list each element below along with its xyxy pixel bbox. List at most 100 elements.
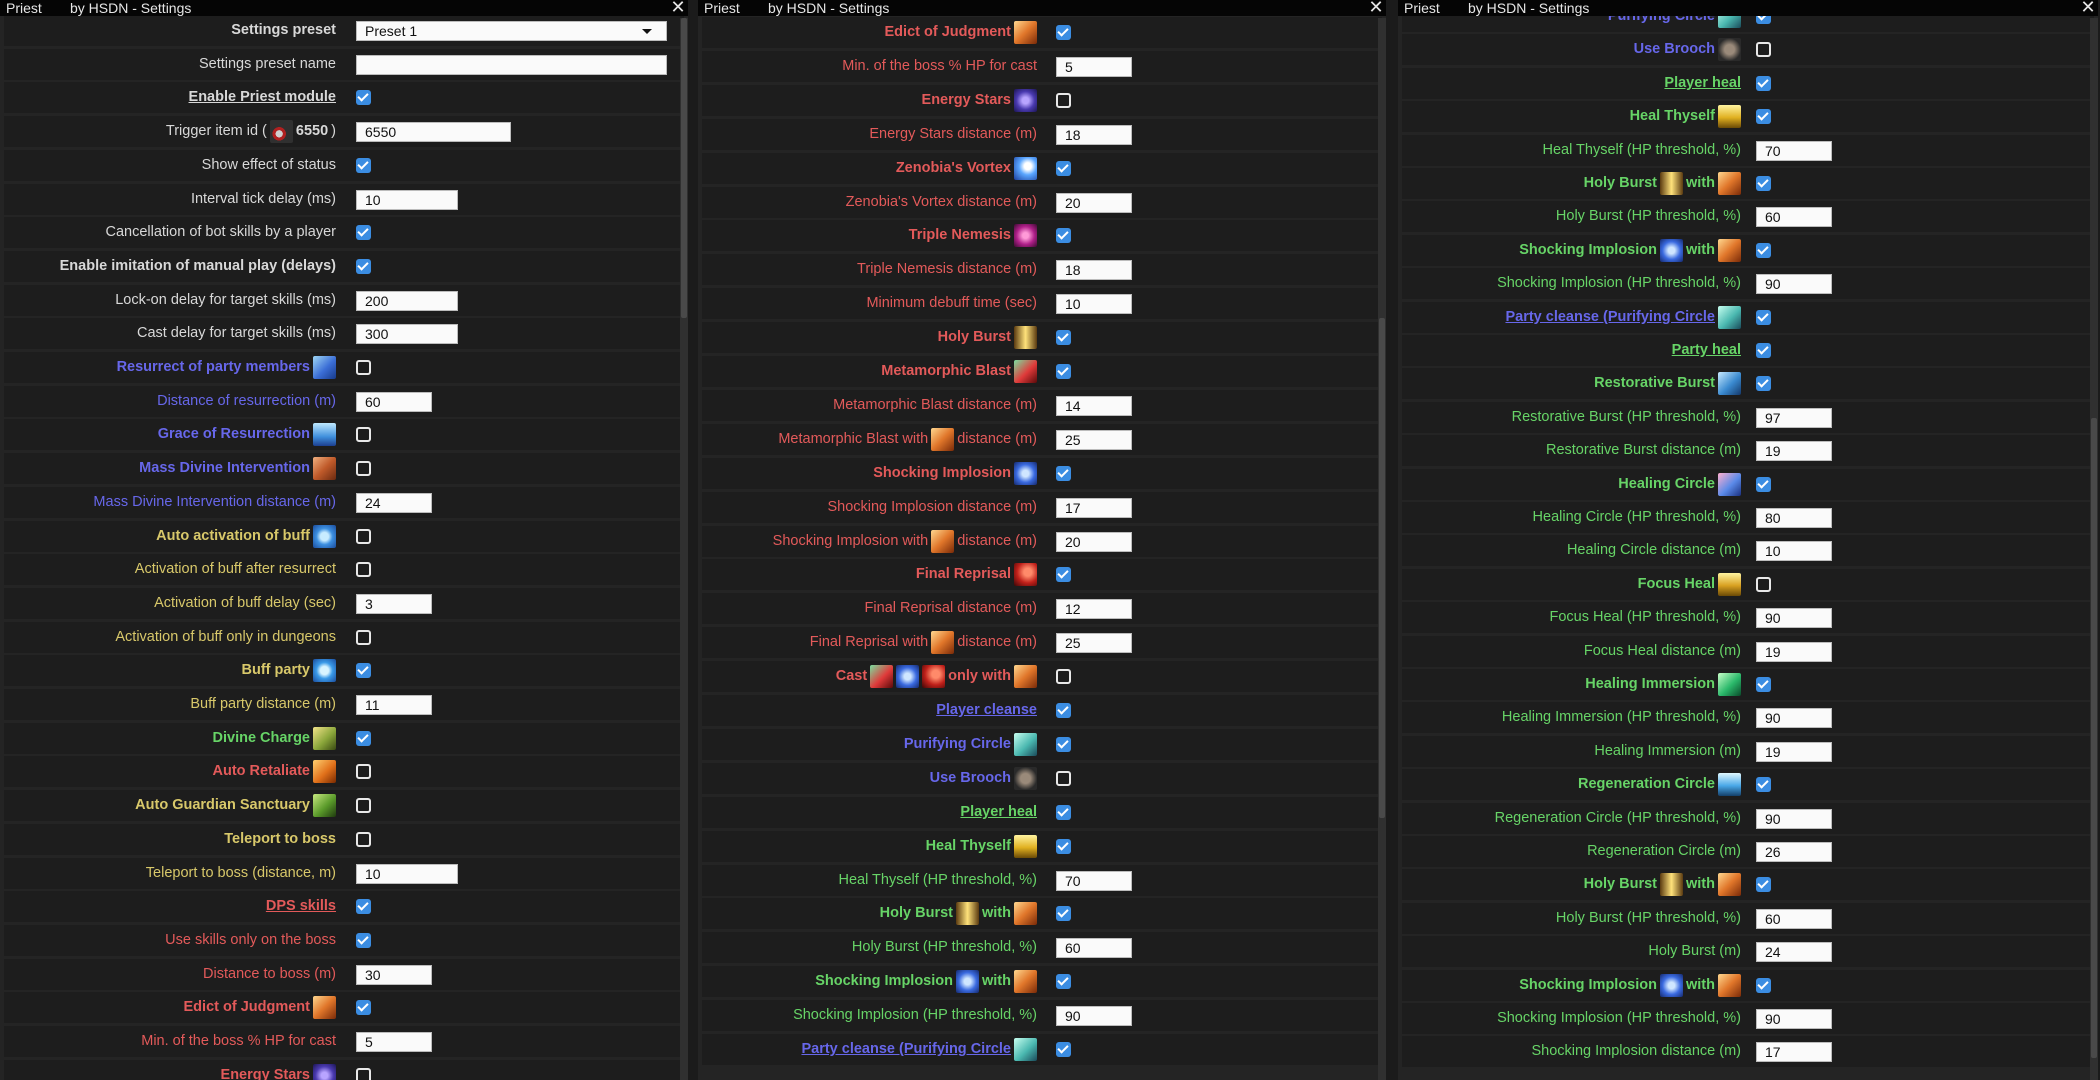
scrollbar-thumb[interactable]: [681, 18, 687, 318]
checkbox-checked[interactable]: [356, 1000, 371, 1016]
setting-input[interactable]: 25: [1056, 633, 1132, 654]
setting-input[interactable]: 90: [1756, 808, 1832, 829]
checkbox-unchecked[interactable]: [1756, 42, 1771, 58]
checkbox-checked[interactable]: [1056, 160, 1071, 176]
checkbox-unchecked[interactable]: [1756, 576, 1771, 592]
setting-input[interactable]: 24: [356, 492, 432, 513]
setting-input[interactable]: 97: [1756, 407, 1832, 428]
preset-select[interactable]: Preset 1: [356, 21, 667, 41]
checkbox-checked[interactable]: [356, 225, 371, 241]
checkbox-checked[interactable]: [1756, 109, 1771, 125]
scrollbar[interactable]: [2090, 18, 2098, 1080]
checkbox-checked[interactable]: [1056, 364, 1071, 379]
checkbox-checked[interactable]: [1756, 75, 1771, 91]
close-icon[interactable]: ✕: [2080, 0, 2096, 16]
setting-label[interactable]: Party cleanse (Purifying Circle: [1505, 302, 1741, 333]
checkbox-checked[interactable]: [356, 899, 371, 915]
checkbox-unchecked[interactable]: [356, 1067, 371, 1080]
checkbox-checked[interactable]: [356, 90, 371, 106]
setting-input[interactable]: 24: [1756, 942, 1832, 963]
checkbox-checked[interactable]: [1056, 330, 1071, 346]
setting-input[interactable]: 80: [1756, 508, 1832, 528]
checkbox-checked[interactable]: [1756, 176, 1771, 191]
setting-input[interactable]: 60: [1756, 207, 1832, 228]
checkbox-unchecked[interactable]: [1056, 669, 1071, 685]
checkbox-unchecked[interactable]: [356, 461, 371, 477]
checkbox-checked[interactable]: [1756, 309, 1771, 325]
setting-input[interactable]: 3: [356, 593, 432, 614]
checkbox-checked[interactable]: [1756, 343, 1771, 358]
scrollbar-thumb[interactable]: [1379, 318, 1385, 818]
checkbox-checked[interactable]: [1756, 476, 1771, 492]
checkbox-checked[interactable]: [1756, 877, 1771, 893]
checkbox-unchecked[interactable]: [356, 629, 371, 645]
checkbox-unchecked[interactable]: [356, 562, 371, 578]
setting-input[interactable]: 26: [1756, 842, 1832, 862]
setting-input[interactable]: 18: [1056, 124, 1132, 145]
setting-input[interactable]: 20: [1056, 192, 1132, 213]
checkbox-checked[interactable]: [1056, 25, 1071, 40]
setting-label[interactable]: Player heal: [1664, 68, 1741, 99]
setting-input[interactable]: 200: [356, 290, 458, 311]
setting-input[interactable]: 14: [1056, 395, 1132, 416]
setting-input[interactable]: 60: [1056, 938, 1132, 959]
checkbox-checked[interactable]: [356, 157, 371, 173]
setting-input[interactable]: 19: [1756, 741, 1832, 762]
setting-input[interactable]: 18: [1056, 260, 1132, 281]
setting-input[interactable]: 20: [1056, 531, 1132, 552]
setting-label[interactable]: Party heal: [1672, 335, 1741, 366]
checkbox-checked[interactable]: [1056, 906, 1071, 922]
checkbox-checked[interactable]: [1056, 736, 1071, 752]
checkbox-checked[interactable]: [1056, 703, 1071, 718]
setting-label[interactable]: Player cleanse: [936, 695, 1037, 726]
checkbox-checked[interactable]: [1056, 465, 1071, 481]
setting-input[interactable]: 300: [356, 324, 458, 345]
checkbox-checked[interactable]: [1756, 242, 1771, 258]
setting-input[interactable]: 10: [1056, 294, 1132, 315]
close-icon[interactable]: ✕: [670, 0, 686, 16]
scrollbar[interactable]: [1378, 18, 1386, 1080]
scrollbar[interactable]: [680, 18, 688, 1080]
setting-input[interactable]: 90: [1756, 274, 1832, 295]
checkbox-checked[interactable]: [356, 932, 371, 948]
setting-input[interactable]: 70: [1056, 870, 1132, 891]
checkbox-checked[interactable]: [1756, 376, 1771, 392]
setting-input[interactable]: 17: [1756, 1042, 1832, 1063]
close-icon[interactable]: ✕: [1368, 0, 1384, 16]
checkbox-unchecked[interactable]: [356, 764, 371, 780]
checkbox-checked[interactable]: [1756, 977, 1771, 993]
setting-input[interactable]: 90: [1056, 1006, 1132, 1027]
checkbox-checked[interactable]: [356, 663, 371, 679]
setting-input[interactable]: 60: [356, 391, 432, 412]
setting-input[interactable]: 19: [1756, 441, 1832, 462]
checkbox-checked[interactable]: [1056, 838, 1071, 854]
checkbox-unchecked[interactable]: [1056, 770, 1071, 786]
checkbox-checked[interactable]: [1756, 777, 1771, 793]
setting-label[interactable]: Enable Priest module: [189, 82, 336, 113]
setting-input[interactable]: 90: [1756, 1009, 1832, 1029]
checkbox-checked[interactable]: [356, 258, 371, 274]
setting-input[interactable]: 90: [1756, 608, 1832, 629]
checkbox-unchecked[interactable]: [1056, 92, 1071, 108]
setting-input[interactable]: 11: [356, 695, 432, 715]
setting-input[interactable]: 25: [1056, 429, 1132, 450]
checkbox-checked[interactable]: [1756, 677, 1771, 692]
checkbox-unchecked[interactable]: [356, 427, 371, 443]
setting-input[interactable]: 12: [1056, 599, 1132, 620]
setting-input[interactable]: 90: [1756, 708, 1832, 729]
setting-input[interactable]: [356, 54, 667, 75]
checkbox-unchecked[interactable]: [356, 360, 371, 375]
setting-input[interactable]: 30: [356, 964, 432, 985]
checkbox-checked[interactable]: [356, 730, 371, 746]
setting-input[interactable]: 6550: [356, 122, 511, 143]
setting-input[interactable]: 10: [1756, 541, 1832, 562]
checkbox-unchecked[interactable]: [356, 528, 371, 544]
setting-input[interactable]: 10: [356, 863, 458, 884]
setting-input[interactable]: 17: [1056, 497, 1132, 518]
setting-input[interactable]: 70: [1756, 140, 1832, 161]
setting-input[interactable]: 5: [356, 1032, 432, 1052]
setting-input[interactable]: 10: [356, 189, 458, 210]
setting-input[interactable]: 5: [1056, 56, 1132, 77]
checkbox-checked[interactable]: [1056, 804, 1071, 820]
setting-label[interactable]: DPS skills: [266, 891, 336, 922]
